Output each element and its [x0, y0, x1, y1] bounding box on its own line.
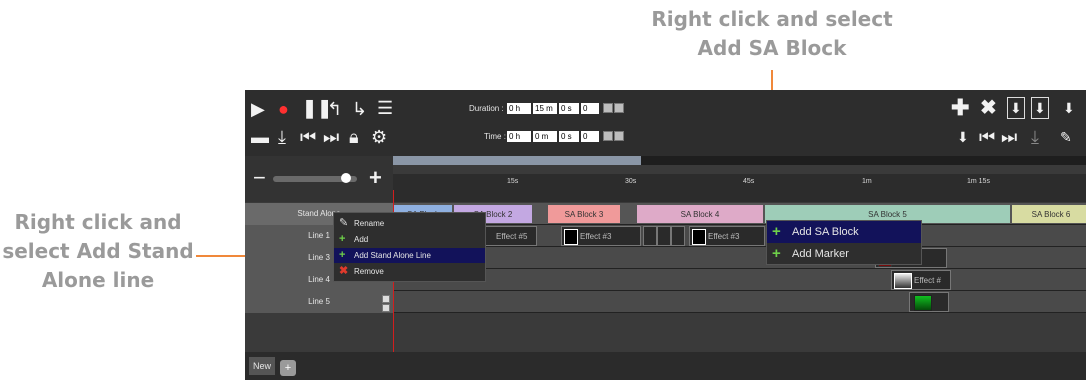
list-icon[interactable]: ☰	[377, 98, 393, 118]
effect-block[interactable]	[909, 292, 949, 312]
skip-end-icon[interactable]: ⏭	[323, 127, 339, 147]
menu-item-add[interactable]: + Add	[334, 232, 485, 247]
skip-start-icon[interactable]: ⏮	[300, 127, 316, 147]
effect-block[interactable]: Effect #3	[689, 226, 765, 246]
effect-swatch	[894, 273, 912, 289]
add-tab-button[interactable]: +	[280, 360, 296, 376]
effect-label: Effect #5	[496, 232, 528, 241]
gear-icon[interactable]: ⚙	[371, 127, 387, 147]
toolbar: ▶ ● ❚❚ ↰ ↳ ☰ ▬ ⤓ ⏮ ⏭ 🔒︎ ⚙ Duration : 0 h…	[245, 90, 1086, 156]
ruler-tick-label: 30s	[625, 178, 637, 185]
step-back-icon[interactable]: ↰	[327, 99, 342, 119]
sa-block[interactable]: SA Block 6	[1011, 204, 1086, 224]
folder-icon[interactable]: ▬	[251, 127, 269, 147]
effect-block[interactable]: Effect #	[891, 270, 951, 290]
time-seconds-field[interactable]: 0 s	[559, 131, 579, 142]
time-minutes-field[interactable]: 0 m	[533, 131, 557, 142]
effect-block[interactable]: Effect #3	[561, 226, 641, 246]
sa-block[interactable]: SA Block 4	[636, 204, 764, 224]
download-icon[interactable]: ⤓	[1031, 127, 1039, 147]
time-increase-button[interactable]	[603, 131, 613, 141]
menu-item-rename[interactable]: ✎ Rename	[334, 216, 485, 231]
time-ruler: 15s 30s 45s 1m 1m 15s	[393, 174, 1086, 202]
effect-block[interactable]	[643, 226, 657, 246]
effect-swatch	[692, 229, 706, 245]
row-add-button[interactable]	[382, 304, 390, 312]
timeline-scrollbar[interactable]	[393, 156, 1086, 165]
line-row[interactable]: Line 5	[245, 291, 1086, 313]
duration-frames-field[interactable]: 0	[581, 103, 599, 114]
marker-icon[interactable]: ⬇	[957, 127, 969, 147]
plus-icon: +	[772, 223, 781, 240]
download-icon[interactable]: ⤓	[278, 127, 286, 147]
pencil-icon[interactable]: ✎	[1060, 127, 1072, 147]
zoom-slider-handle[interactable]	[341, 173, 351, 183]
duration-hours-field[interactable]: 0 h	[507, 103, 531, 114]
skip-end-icon[interactable]: ⏭	[1001, 127, 1017, 147]
duration-decrease-button[interactable]	[614, 103, 624, 113]
timeline-editor-window: ▶ ● ❚❚ ↰ ↳ ☰ ▬ ⤓ ⏮ ⏭ 🔒︎ ⚙ Duration : 0 h…	[245, 90, 1086, 380]
timeline-scrollbar-thumb[interactable]	[393, 156, 641, 165]
effect-block[interactable]	[657, 226, 671, 246]
effect-label: Effect #3	[580, 232, 612, 241]
plus-icon: +	[339, 249, 346, 261]
time-label: Time :	[484, 132, 506, 141]
sa-block[interactable]: SA Block 3	[547, 204, 621, 224]
ruler-tick-label: 1m 15s	[967, 178, 990, 185]
marker-icon[interactable]: ⬇	[1063, 98, 1075, 118]
close-icon[interactable]: ✖	[980, 98, 997, 118]
effect-block[interactable]: Effect #5	[485, 226, 537, 246]
tab-new[interactable]: New	[249, 357, 275, 375]
row-label: Line 5	[245, 291, 393, 313]
play-icon[interactable]: ▶	[251, 99, 265, 119]
effect-label: Effect #	[914, 276, 941, 285]
time-decrease-button[interactable]	[614, 131, 624, 141]
step-forward-icon[interactable]: ↳	[352, 99, 367, 119]
record-icon[interactable]: ●	[278, 99, 289, 119]
duration-label: Duration :	[469, 104, 504, 113]
line-context-menu: ✎ Rename + Add + Add Stand Alone Line ✖ …	[333, 212, 486, 282]
plus-icon: +	[339, 233, 346, 245]
menu-item-remove[interactable]: ✖ Remove	[334, 264, 485, 279]
marker-icon[interactable]: ⬇	[1007, 97, 1025, 119]
lock-icon[interactable]: 🔒︎	[349, 127, 359, 147]
ruler-tick-label: 15s	[507, 178, 519, 185]
duration-minutes-field[interactable]: 15 m	[533, 103, 557, 114]
effect-block[interactable]	[671, 226, 685, 246]
zoom-control: − +	[245, 156, 393, 202]
sa-block-context-menu: + Add SA Block + Add Marker	[766, 220, 922, 265]
skip-start-icon[interactable]: ⏮	[979, 127, 995, 147]
zoom-out-icon[interactable]: −	[253, 167, 266, 189]
effect-label: Effect #3	[708, 232, 740, 241]
plus-icon[interactable]: ✚	[951, 97, 969, 119]
time-hours-field[interactable]: 0 h	[507, 131, 531, 142]
plus-icon: +	[772, 245, 781, 262]
time-frames-field[interactable]: 0	[581, 131, 599, 142]
ruler-tick-label: 45s	[743, 178, 755, 185]
effect-swatch	[564, 229, 578, 245]
effect-swatch	[914, 295, 932, 311]
menu-item-add-stand-alone-line[interactable]: + Add Stand Alone Line	[334, 248, 485, 263]
zoom-in-icon[interactable]: +	[369, 167, 382, 189]
ruler-tick-label: 1m	[862, 178, 872, 185]
menu-item-add-sa-block[interactable]: + Add SA Block	[767, 221, 921, 243]
marker-icon[interactable]: ⬇	[1031, 97, 1049, 119]
close-icon: ✖	[339, 265, 349, 277]
tab-bar: New +	[245, 352, 1086, 380]
menu-item-add-marker[interactable]: + Add Marker	[767, 243, 921, 265]
pencil-icon: ✎	[339, 217, 349, 229]
row-collapse-button[interactable]	[382, 295, 390, 303]
duration-increase-button[interactable]	[603, 103, 613, 113]
duration-seconds-field[interactable]: 0 s	[559, 103, 579, 114]
